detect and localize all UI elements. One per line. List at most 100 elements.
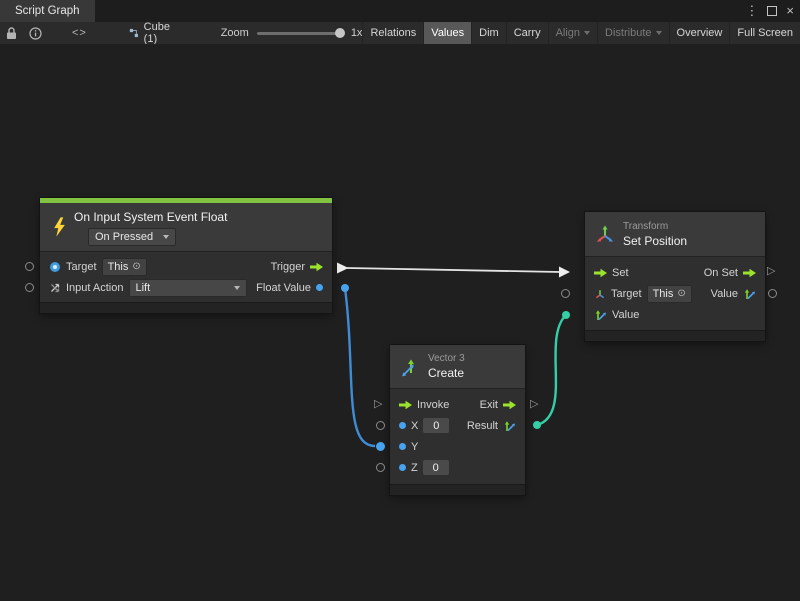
flow-arrow-icon[interactable]: [743, 268, 756, 278]
port-y-in[interactable]: [376, 442, 385, 451]
carry-button[interactable]: Carry: [506, 22, 548, 44]
exit-label: Exit: [480, 399, 498, 411]
event-node-header[interactable]: On Input System Event Float On Pressed: [40, 203, 332, 252]
overview-button[interactable]: Overview: [669, 22, 730, 44]
vector3-z-row: Z 0: [390, 457, 525, 478]
graph-target-breadcrumb[interactable]: Cube (1): [129, 21, 179, 45]
transform-value-row: Value: [585, 304, 765, 325]
event-mode-value: On Pressed: [95, 231, 153, 243]
distribute-dropdown-button[interactable]: Distribute: [597, 22, 668, 44]
transform-icon: [595, 224, 615, 244]
chevron-down-icon: [163, 235, 169, 239]
close-icon[interactable]: ×: [786, 0, 794, 22]
on-set-label: On Set: [704, 267, 738, 279]
x-label: X: [411, 420, 418, 432]
code-icon: <>: [72, 27, 87, 39]
lock-button[interactable]: [0, 22, 23, 44]
z-label: Z: [411, 462, 418, 474]
port-event-target-in[interactable]: [25, 262, 34, 271]
dim-button[interactable]: Dim: [471, 22, 506, 44]
trigger-label: Trigger: [271, 261, 305, 273]
transform-target-object-field[interactable]: This ⊙: [647, 285, 692, 303]
input-action-dropdown[interactable]: Lift: [129, 279, 247, 297]
vector3-x-row: X 0 Result: [390, 415, 525, 436]
tab-script-graph[interactable]: Script Graph: [0, 0, 95, 22]
y-label: Y: [411, 441, 418, 453]
x-port[interactable]: [399, 422, 406, 429]
port-on-set-out-triangle[interactable]: ▷: [767, 265, 775, 278]
zoom-value: 1x: [351, 27, 363, 39]
graph-toolbar: <> Cube (1) Zoom 1x Relations Values Dim…: [0, 22, 800, 45]
transform-node-header[interactable]: Transform Set Position: [585, 212, 765, 257]
zoom-control: Zoom 1x: [221, 27, 363, 39]
node-vector3-create[interactable]: Vector 3 Create Invoke Exit: [390, 345, 525, 495]
vector3-node-header[interactable]: Vector 3 Create: [390, 345, 525, 389]
target-object-field[interactable]: This ⊙: [102, 258, 147, 276]
target-object-value: This: [108, 261, 129, 273]
gameobject-type-icon: [49, 261, 61, 273]
wire-result-to-value[interactable]: [533, 311, 570, 429]
value-out-label: Value: [711, 288, 738, 300]
invoke-label: Invoke: [417, 399, 449, 411]
wire-trigger-to-set[interactable]: [337, 263, 570, 278]
transform-type-label: Transform: [623, 221, 687, 232]
vector3-value-out-icon[interactable]: [743, 287, 756, 300]
flow-arrow-icon[interactable]: [503, 400, 516, 410]
maximize-icon[interactable]: [767, 6, 777, 16]
script-graph-icon: [129, 27, 139, 39]
flow-arrow-icon[interactable]: [310, 262, 323, 272]
fullscreen-button[interactable]: Full Screen: [729, 22, 800, 44]
chevron-down-icon: [234, 286, 240, 290]
relations-button[interactable]: Relations: [362, 22, 423, 44]
wire-floatvalue-to-y[interactable]: [341, 284, 375, 446]
vector3-node-title: Create: [428, 366, 465, 380]
transform-target-label: Target: [611, 288, 642, 300]
flow-arrow-icon[interactable]: [594, 268, 607, 278]
port-transform-value-out[interactable]: [768, 289, 777, 298]
kebab-menu-icon[interactable]: ⋮: [745, 0, 758, 22]
result-label: Result: [467, 420, 498, 432]
vector3-y-row: Y: [390, 436, 525, 457]
values-button[interactable]: Values: [423, 22, 471, 44]
lock-icon: [6, 27, 17, 40]
z-value-field[interactable]: 0: [423, 460, 449, 475]
port-x-in[interactable]: [376, 421, 385, 430]
port-event-input-action-in[interactable]: [25, 283, 34, 292]
align-dropdown-button[interactable]: Align: [548, 22, 597, 44]
vector3-result-icon[interactable]: [503, 419, 516, 432]
event-mode-dropdown[interactable]: On Pressed: [88, 228, 176, 246]
node-on-input-system-event-float[interactable]: On Input System Event Float On Pressed T…: [40, 198, 332, 313]
input-action-type-icon: [49, 282, 61, 294]
target-label: Target: [66, 261, 97, 273]
info-button[interactable]: [23, 22, 48, 44]
transform-type-mini-icon: [594, 288, 606, 300]
z-port[interactable]: [399, 464, 406, 471]
vector3-value-in-icon[interactable]: [594, 308, 607, 321]
vector3-type-label: Vector 3: [428, 353, 465, 364]
vector3-invoke-row: Invoke Exit: [390, 394, 525, 415]
transform-target-value: This: [653, 288, 674, 300]
lightning-icon: [51, 216, 67, 238]
object-picker-icon[interactable]: ⊙: [677, 288, 685, 299]
flow-arrow-icon[interactable]: [399, 400, 412, 410]
port-transform-target-in[interactable]: [561, 289, 570, 298]
float-value-port[interactable]: [316, 284, 323, 291]
object-picker-icon[interactable]: ⊙: [132, 261, 140, 272]
port-z-in[interactable]: [376, 463, 385, 472]
port-exit-out-triangle[interactable]: ▷: [530, 398, 538, 411]
info-icon: [29, 27, 42, 40]
event-node-title: On Input System Event Float: [74, 210, 322, 224]
value-in-label: Value: [612, 309, 639, 321]
event-input-action-row: Input Action Lift Float Value: [40, 277, 332, 298]
event-target-row: Target This ⊙ Trigger: [40, 256, 332, 277]
vector3-icon: [400, 357, 420, 377]
code-view-button[interactable]: <>: [66, 22, 93, 44]
node-transform-set-position[interactable]: Transform Set Position Set On Set: [585, 212, 765, 341]
x-value-field[interactable]: 0: [423, 418, 449, 433]
node-footer: [40, 302, 332, 313]
zoom-slider-knob[interactable]: [335, 28, 345, 38]
y-port[interactable]: [399, 443, 406, 450]
zoom-slider[interactable]: [257, 32, 343, 35]
graph-canvas[interactable]: On Input System Event Float On Pressed T…: [0, 44, 800, 601]
port-invoke-in-triangle[interactable]: ▷: [374, 398, 382, 411]
